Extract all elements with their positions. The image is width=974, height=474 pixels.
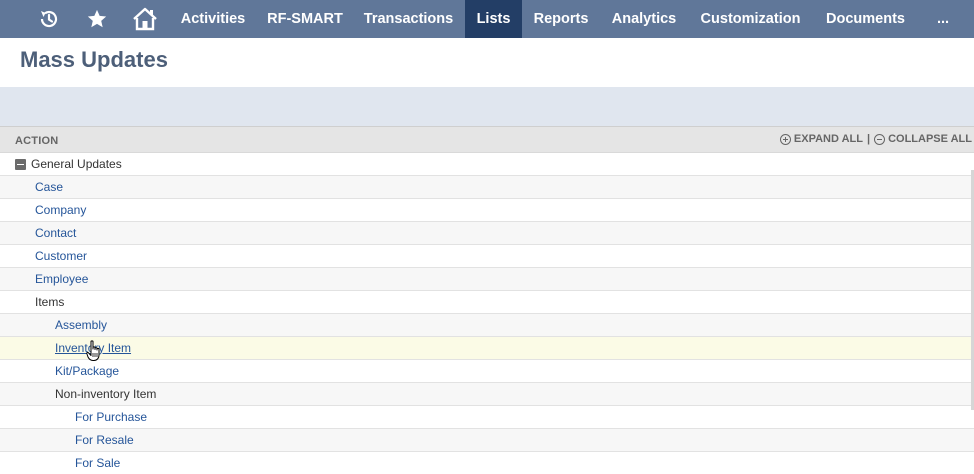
company-link[interactable]: Company	[35, 199, 86, 221]
list-item: For Purchase	[0, 406, 974, 429]
list-item: Kit/Package	[0, 360, 974, 383]
for-purchase-link[interactable]: For Purchase	[75, 406, 147, 428]
list-item: For Sale	[0, 452, 974, 474]
expand-collapse-controls: EXPAND ALL | COLLAPSE ALL	[779, 133, 972, 145]
expand-all-button[interactable]: EXPAND ALL	[779, 133, 863, 145]
for-sale-link[interactable]: For Sale	[75, 452, 120, 474]
nav-reports[interactable]: Reports	[522, 0, 600, 38]
list-item-general-updates: General Updates	[0, 153, 974, 176]
plus-circle-icon	[779, 133, 791, 145]
header-band	[0, 87, 974, 126]
nav-documents[interactable]: Documents	[813, 0, 918, 38]
table-header: ACTION EXPAND ALL | COLLAPSE ALL	[0, 126, 974, 153]
list-item: Company	[0, 199, 974, 222]
expand-all-label: EXPAND ALL	[793, 133, 863, 145]
collapse-all-button[interactable]: COLLAPSE ALL	[874, 133, 972, 145]
nav-analytics[interactable]: Analytics	[600, 0, 688, 38]
list-item: Assembly	[0, 314, 974, 337]
nav-activities[interactable]: Activities	[169, 0, 257, 38]
controls-separator: |	[866, 133, 871, 145]
list-item-label: General Updates	[31, 157, 122, 171]
star-icon[interactable]	[83, 0, 111, 38]
home-icon[interactable]	[130, 0, 160, 38]
collapse-toggle-icon[interactable]	[15, 159, 26, 170]
minus-circle-icon	[874, 133, 886, 145]
nav-rf-smart[interactable]: RF-SMART	[258, 0, 352, 38]
list-item: Inventory Item	[0, 337, 974, 360]
list-item: Customer	[0, 245, 974, 268]
list-item: Items	[0, 291, 974, 314]
nav-lists[interactable]: Lists	[465, 0, 522, 38]
nav-transactions[interactable]: Transactions	[352, 0, 465, 38]
list-item: For Resale	[0, 429, 974, 452]
list-item: Contact	[0, 222, 974, 245]
collapse-all-label: COLLAPSE ALL	[888, 133, 972, 145]
list-item: Case	[0, 176, 974, 199]
items-group-label: Items	[35, 295, 65, 309]
page-title: Mass Updates	[20, 47, 168, 72]
non-inventory-group-label: Non-inventory Item	[55, 387, 157, 401]
case-link[interactable]: Case	[35, 176, 63, 198]
mass-update-list: General Updates Case Company Contact Cus…	[0, 153, 974, 474]
list-item: Non-inventory Item	[0, 383, 974, 406]
employee-link[interactable]: Employee	[35, 268, 88, 290]
recent-records-icon[interactable]	[34, 0, 64, 38]
list-item: Employee	[0, 268, 974, 291]
contact-link[interactable]: Contact	[35, 222, 76, 244]
hand-pointer-icon	[86, 340, 104, 367]
action-column-header: ACTION	[15, 135, 59, 147]
nav-more[interactable]: ...	[918, 0, 968, 38]
for-resale-link[interactable]: For Resale	[75, 429, 134, 451]
assembly-link[interactable]: Assembly	[55, 314, 107, 336]
nav-customization[interactable]: Customization	[688, 0, 813, 38]
customer-link[interactable]: Customer	[35, 245, 87, 267]
top-navigation-bar: Activities RF-SMART Transactions Lists R…	[0, 0, 974, 38]
